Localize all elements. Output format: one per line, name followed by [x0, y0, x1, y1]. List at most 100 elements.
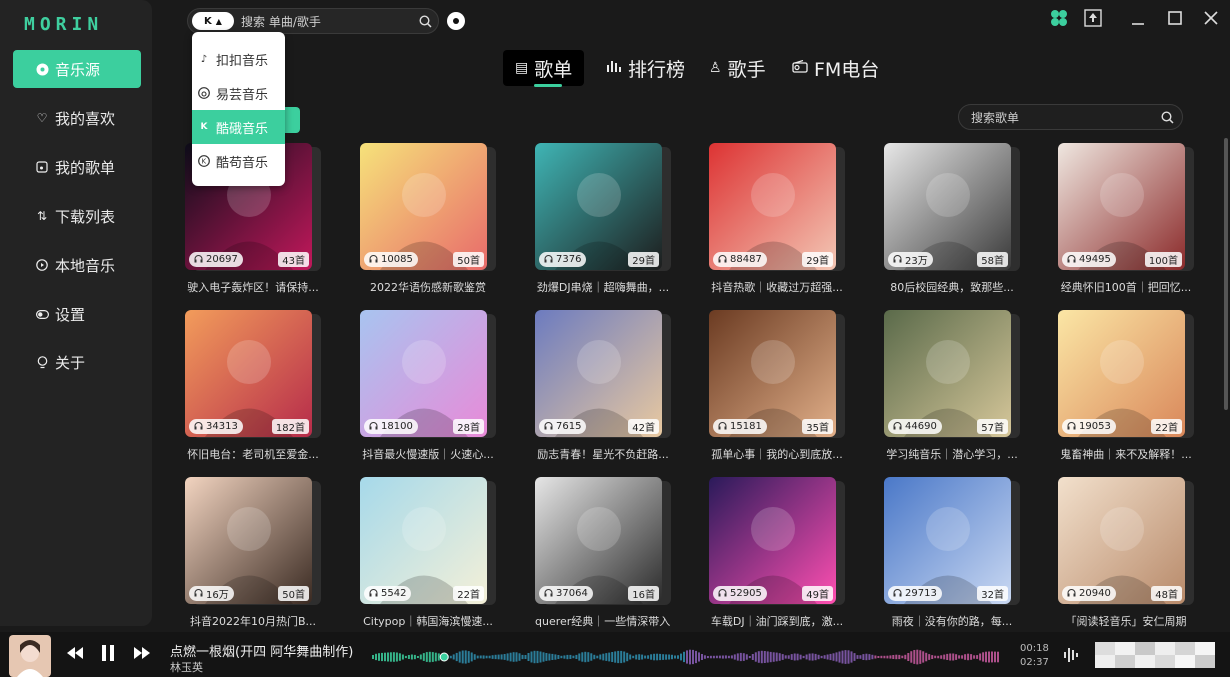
bulb-icon [35, 355, 49, 369]
playlist-cover-wrap: 15181 35首 [709, 310, 845, 438]
playlist-title[interactable]: 抖音热歌｜收藏过万超强... [709, 279, 845, 295]
playlist-card[interactable]: 34313 182首 怀旧电台：老司机至爱金... [185, 310, 321, 462]
play-count: 20697 [189, 252, 243, 267]
category-tab-edge[interactable] [284, 107, 300, 133]
playlist-cover[interactable] [884, 477, 1011, 604]
maximize-icon[interactable] [1164, 8, 1186, 28]
playlist-card[interactable]: 15181 35首孤单心事｜我的心到底放... [709, 310, 845, 462]
tab-singers[interactable]: ♙ 歌手 [709, 50, 766, 86]
playlist-card[interactable]: 10085 50首 2022华语伤感新歌鉴赏 [360, 143, 496, 295]
song-search-bar[interactable]: K ▲ 搜索 单曲/歌手 [187, 8, 439, 34]
source-item-netease[interactable]: 易芸音乐 [192, 76, 285, 110]
tab-playlists[interactable]: ▤ 歌单 [503, 50, 585, 86]
playlist-card[interactable]: 49495 100首 经典怀旧100首｜把回忆... [1058, 143, 1194, 295]
headphones-icon [194, 588, 203, 600]
playlist-cover[interactable] [884, 143, 1011, 270]
playlist-title[interactable]: 驶入电子轰炸区！请保持... [185, 279, 321, 295]
playlist-cover[interactable] [535, 477, 662, 604]
playlist-cover[interactable] [535, 310, 662, 437]
song-artist[interactable]: 林玉英 [170, 659, 203, 675]
playlist-card[interactable]: 37064 16首 querer经典｜一些情深带入... [535, 477, 671, 629]
scrollbar[interactable] [1224, 138, 1228, 410]
sidebar-item-settings[interactable]: 设置 [13, 295, 141, 333]
search-icon[interactable] [412, 14, 438, 28]
playlist-title[interactable]: 抖音最火慢速版｜火速心... [360, 446, 496, 462]
playlist-title[interactable]: 雨夜｜没有你的路，每... [884, 613, 1020, 629]
source-switch-button[interactable]: K ▲ [192, 12, 234, 30]
playlist-cover[interactable] [185, 477, 312, 604]
search-input[interactable]: 搜索 单曲/歌手 [241, 13, 412, 30]
playlist-cover[interactable] [709, 143, 836, 270]
sidebar-item-my-playlists[interactable]: 我的歌单 [13, 148, 141, 186]
playlist-cover[interactable] [1058, 143, 1185, 270]
playlist-title[interactable]: 鬼畜神曲｜来不及解释！... [1058, 446, 1194, 462]
playlist-title[interactable]: 学习纯音乐｜潜心学习，... [884, 446, 1020, 462]
playlist-card[interactable]: 20940 48首 「阅读轻音乐」安仁周期 [1058, 477, 1194, 629]
play-count: 15181 [713, 419, 767, 434]
headphones-icon [544, 254, 553, 266]
playlist-title[interactable]: 经典怀旧100首｜把回忆... [1058, 279, 1194, 295]
playlist-cover[interactable] [360, 477, 487, 604]
sidebar-item-local-music[interactable]: 本地音乐 [13, 246, 141, 284]
minimize-icon[interactable] [1127, 8, 1149, 28]
playlist-cover[interactable] [1058, 477, 1185, 604]
playlist-title[interactable]: 2022华语伤感新歌鉴赏 [360, 279, 496, 295]
playlist-card[interactable]: 23万 58首 80后校园经典，致那些... [884, 143, 1020, 295]
playlist-title[interactable]: 车载DJ｜油门踩到底，激... [709, 613, 845, 629]
mini-mode-icon[interactable] [1082, 8, 1104, 28]
playlist-cover[interactable] [185, 310, 312, 437]
volume-bars-icon[interactable] [1063, 646, 1081, 668]
previous-icon[interactable] [66, 646, 84, 664]
source-item-qq[interactable]: ♪ 扣扣音乐 [192, 42, 285, 76]
tab-fm-radio[interactable]: FM电台 [792, 50, 879, 86]
playlist-cover[interactable] [884, 310, 1011, 437]
playlist-title[interactable]: 劲爆DJ串烧｜超嗨舞曲，... [535, 279, 671, 295]
playlist-card[interactable]: 16万 50首 抖音2022年10月热门B... [185, 477, 321, 629]
playlist-card[interactable]: 7615 42首 励志青春！星光不负赶路... [535, 310, 671, 462]
skin-icon[interactable] [1048, 8, 1070, 28]
playlist-cover[interactable] [709, 310, 836, 437]
playlist-cover-wrap: 29713 32首 [884, 477, 1020, 605]
playlist-search-bar[interactable]: 搜索歌单 [958, 104, 1183, 130]
pause-icon[interactable] [101, 644, 115, 666]
playlist-title[interactable]: 怀旧电台：老司机至爱金... [185, 446, 321, 462]
tab-charts[interactable]: 排行榜 [606, 50, 685, 86]
source-item-kugou[interactable]: K 酷硪音乐 [192, 110, 285, 144]
sidebar-item-favorites[interactable]: ♡ 我的喜欢 [13, 99, 141, 137]
now-playing-cover[interactable] [9, 635, 51, 677]
playlist-card[interactable]: 19053 22首 鬼畜神曲｜来不及解释！... [1058, 310, 1194, 462]
next-icon[interactable] [133, 646, 151, 664]
playlist-title[interactable]: 抖音2022年10月热门B... [185, 613, 321, 629]
sidebar-item-label: 下载列表 [55, 207, 116, 226]
close-icon[interactable] [1200, 8, 1222, 28]
playlist-search-input[interactable]: 搜索歌单 [971, 109, 1152, 126]
playlist-title[interactable]: querer经典｜一些情深带入... [535, 613, 671, 629]
playlist-card[interactable]: 7376 29首 劲爆DJ串烧｜超嗨舞曲，... [535, 143, 671, 295]
source-item-kuwo[interactable]: K 酷苟音乐 [192, 144, 285, 178]
playlist-cover[interactable] [1058, 310, 1185, 437]
playlist-title[interactable]: Citypop｜韩国海滨慢速... [360, 613, 496, 629]
playlist-cover[interactable] [360, 310, 487, 437]
search-icon[interactable] [1152, 110, 1182, 124]
record-icon[interactable] [447, 12, 465, 30]
playlist-title[interactable]: 励志青春！星光不负赶路... [535, 446, 671, 462]
playlist-title[interactable]: 孤单心事｜我的心到底放... [709, 446, 845, 462]
playlist-card[interactable]: 52905 49首 车载DJ｜油门踩到底，激... [709, 477, 845, 629]
playlist-card[interactable]: 44690 57首学习纯音乐｜潜心学习，... [884, 310, 1020, 462]
waveform-progress[interactable] [372, 642, 1000, 672]
playlist-cover[interactable] [709, 477, 836, 604]
track-count: 50首 [453, 252, 484, 267]
sidebar-item-downloads[interactable]: ⇅ 下载列表 [13, 197, 141, 235]
playlist-title[interactable]: 80后校园经典，致那些... [884, 279, 1020, 295]
playlist-card[interactable]: 18100 28首 抖音最火慢速版｜火速心... [360, 310, 496, 462]
playlist-title[interactable]: 「阅读轻音乐」安仁周期 [1058, 613, 1194, 629]
playlist-card[interactable]: 29713 32首雨夜｜没有你的路，每... [884, 477, 1020, 629]
sidebar-item-about[interactable]: 关于 [13, 343, 141, 381]
track-count: 22首 [453, 586, 484, 601]
playlist-card[interactable]: 5542 22首 Citypop｜韩国海滨慢速... [360, 477, 496, 629]
playlist-card[interactable]: 88487 29首 抖音热歌｜收藏过万超强... [709, 143, 845, 295]
playlist-cover-wrap: 44690 57首 [884, 310, 1020, 438]
playlist-cover[interactable] [535, 143, 662, 270]
playlist-cover[interactable] [360, 143, 487, 270]
sidebar-item-music-source[interactable]: 音乐源 [13, 50, 141, 88]
